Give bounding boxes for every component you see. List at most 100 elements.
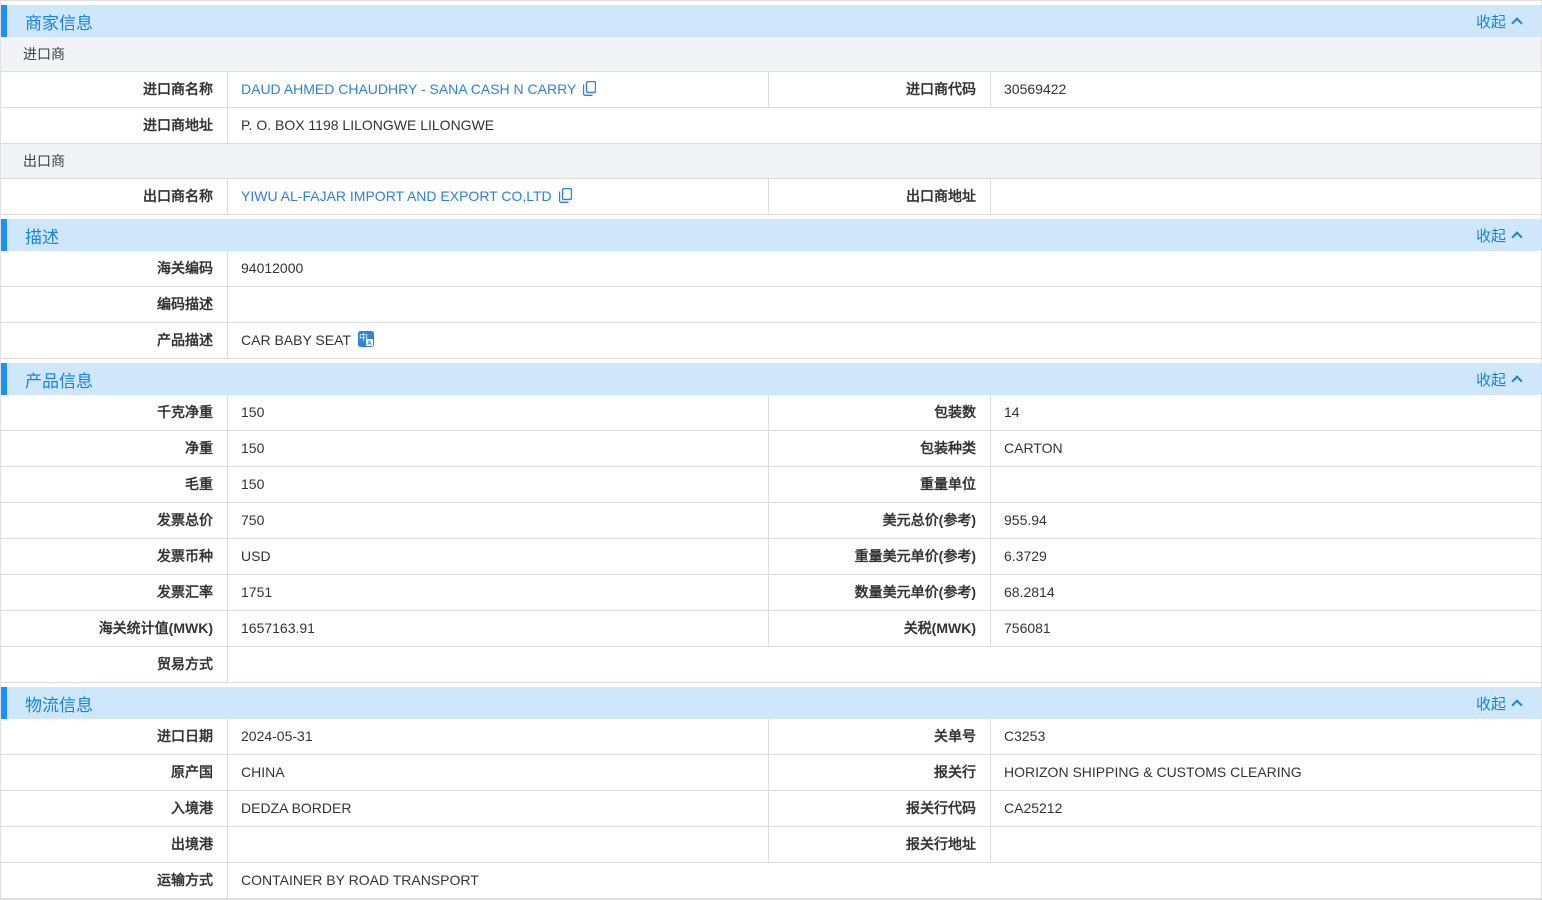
exporter-name-label: 出口商名称 bbox=[1, 179, 228, 214]
net-weight-label: 净重 bbox=[1, 431, 228, 466]
exporter-name-link[interactable]: YIWU AL-FAJAR IMPORT AND EXPORT CO,LTD bbox=[241, 188, 552, 204]
code-description-value bbox=[228, 287, 1541, 322]
row-product-description: 产品描述 CAR BABY SEAT 中A bbox=[1, 323, 1541, 359]
subsection-importer-label: 进口商 bbox=[23, 44, 1541, 64]
translate-icon[interactable]: 中A bbox=[358, 331, 374, 347]
row-origin-country-broker: 原产国 CHINA 报关行 HORIZON SHIPPING & CUSTOMS… bbox=[1, 755, 1541, 791]
invoice-exchange-rate-value: 1751 bbox=[228, 575, 769, 610]
broker-address-label: 报关行地址 bbox=[769, 827, 991, 862]
row-invoice-rate-usd-unit-qty: 发票汇率 1751 数量美元单价(参考) 68.2814 bbox=[1, 575, 1541, 611]
row-importer-address: 进口商地址 P. O. BOX 1198 LILONGWE LILONGWE bbox=[1, 108, 1541, 144]
package-type-label: 包装种类 bbox=[769, 431, 991, 466]
product-description-label: 产品描述 bbox=[1, 323, 228, 358]
origin-country-value: CHINA bbox=[228, 755, 769, 790]
section-accent-bar bbox=[1, 5, 7, 37]
chevron-up-icon bbox=[1511, 231, 1522, 242]
duty-mwk-label: 关税(MWK) bbox=[769, 611, 991, 646]
exit-port-value bbox=[228, 827, 769, 862]
svg-text:A: A bbox=[367, 340, 372, 347]
customs-broker-value: HORIZON SHIPPING & CUSTOMS CLEARING bbox=[991, 755, 1541, 790]
invoice-currency-label: 发票币种 bbox=[1, 539, 228, 574]
entry-port-value: DEDZA BORDER bbox=[228, 791, 769, 826]
net-weight-kg-label: 千克净重 bbox=[1, 395, 228, 430]
importer-code-value: 30569422 bbox=[991, 72, 1541, 107]
collapse-button-description[interactable]: 收起 bbox=[1476, 225, 1521, 246]
usd-unit-price-qty-label: 数量美元单价(参考) bbox=[769, 575, 991, 610]
importer-name-value: DAUD AHMED CHAUDHRY - SANA CASH N CARRY bbox=[228, 72, 769, 107]
customs-record-page: 商家信息 收起 进口商 进口商名称 DAUD AHMED CHAUDHRY - … bbox=[0, 0, 1542, 900]
product-description-text: CAR BABY SEAT bbox=[241, 332, 351, 348]
section-accent-bar bbox=[1, 687, 7, 719]
customs-value-mwk-value: 1657163.91 bbox=[228, 611, 769, 646]
section-accent-bar bbox=[1, 219, 7, 251]
section-header-merchant: 商家信息 收起 bbox=[1, 5, 1541, 37]
hs-code-value: 94012000 bbox=[228, 251, 1541, 286]
net-weight-value: 150 bbox=[228, 431, 769, 466]
section-logistics: 物流信息 收起 进口日期 2024-05-31 关单号 C3253 原产国 CH… bbox=[1, 687, 1541, 899]
exporter-address-label: 出口商地址 bbox=[769, 179, 991, 214]
usd-unit-price-weight-value: 6.3729 bbox=[991, 539, 1541, 574]
importer-name-label: 进口商名称 bbox=[1, 72, 228, 107]
collapse-label: 收起 bbox=[1476, 11, 1506, 32]
section-accent-bar bbox=[1, 363, 7, 395]
copy-icon[interactable] bbox=[559, 188, 572, 203]
section-description: 描述 收起 海关编码 94012000 编码描述 产品描述 CAR BABY S… bbox=[1, 219, 1541, 359]
trade-mode-value bbox=[228, 647, 1541, 682]
chevron-up-icon bbox=[1511, 699, 1522, 710]
package-type-value: CARTON bbox=[991, 431, 1541, 466]
gross-weight-value: 150 bbox=[228, 467, 769, 502]
broker-address-value bbox=[991, 827, 1541, 862]
code-description-label: 编码描述 bbox=[1, 287, 228, 322]
row-invoice-currency-usd-unit-weight: 发票币种 USD 重量美元单价(参考) 6.3729 bbox=[1, 539, 1541, 575]
invoice-currency-value: USD bbox=[228, 539, 769, 574]
customs-entry-no-value: C3253 bbox=[991, 719, 1541, 754]
trade-mode-label: 贸易方式 bbox=[1, 647, 228, 682]
weight-unit-label: 重量单位 bbox=[769, 467, 991, 502]
net-weight-kg-value: 150 bbox=[228, 395, 769, 430]
collapse-button-product[interactable]: 收起 bbox=[1476, 369, 1521, 390]
invoice-total-label: 发票总价 bbox=[1, 503, 228, 538]
entry-port-label: 入境港 bbox=[1, 791, 228, 826]
usd-total-label: 美元总价(参考) bbox=[769, 503, 991, 538]
section-header-logistics: 物流信息 收起 bbox=[1, 687, 1541, 719]
collapse-label: 收起 bbox=[1476, 693, 1506, 714]
importer-name-link[interactable]: DAUD AHMED CHAUDHRY - SANA CASH N CARRY bbox=[241, 81, 576, 97]
import-date-value: 2024-05-31 bbox=[228, 719, 769, 754]
chevron-up-icon bbox=[1511, 375, 1522, 386]
hs-code-label: 海关编码 bbox=[1, 251, 228, 286]
package-count-value: 14 bbox=[991, 395, 1541, 430]
section-title-description: 描述 bbox=[25, 223, 59, 248]
copy-icon[interactable] bbox=[583, 81, 596, 96]
origin-country-label: 原产国 bbox=[1, 755, 228, 790]
row-entry-port-broker-code: 入境港 DEDZA BORDER 报关行代码 CA25212 bbox=[1, 791, 1541, 827]
row-importer-name-code: 进口商名称 DAUD AHMED CHAUDHRY - SANA CASH N … bbox=[1, 72, 1541, 108]
usd-total-value: 955.94 bbox=[991, 503, 1541, 538]
row-exit-port-broker-address: 出境港 报关行地址 bbox=[1, 827, 1541, 863]
collapse-button-logistics[interactable]: 收起 bbox=[1476, 693, 1521, 714]
exporter-address-value bbox=[991, 179, 1541, 214]
section-header-product: 产品信息 收起 bbox=[1, 363, 1541, 395]
customs-entry-no-label: 关单号 bbox=[769, 719, 991, 754]
import-date-label: 进口日期 bbox=[1, 719, 228, 754]
section-header-description: 描述 收起 bbox=[1, 219, 1541, 251]
transport-mode-value: CONTAINER BY ROAD TRANSPORT bbox=[228, 863, 1541, 898]
section-product: 产品信息 收起 千克净重 150 包装数 14 净重 150 包装种类 CART… bbox=[1, 363, 1541, 683]
product-description-value: CAR BABY SEAT 中A bbox=[228, 323, 1541, 358]
section-title-merchant: 商家信息 bbox=[25, 9, 93, 34]
importer-address-label: 进口商地址 bbox=[1, 108, 228, 143]
collapse-label: 收起 bbox=[1476, 369, 1506, 390]
collapse-button-merchant[interactable]: 收起 bbox=[1476, 11, 1521, 32]
broker-code-value: CA25212 bbox=[991, 791, 1541, 826]
subsection-exporter: 出口商 bbox=[1, 144, 1541, 179]
row-code-description: 编码描述 bbox=[1, 287, 1541, 323]
transport-mode-label: 运输方式 bbox=[1, 863, 228, 898]
row-transport-mode: 运输方式 CONTAINER BY ROAD TRANSPORT bbox=[1, 863, 1541, 899]
section-title-product: 产品信息 bbox=[25, 367, 93, 392]
broker-code-label: 报关行代码 bbox=[769, 791, 991, 826]
customs-broker-label: 报关行 bbox=[769, 755, 991, 790]
row-import-date-entry-no: 进口日期 2024-05-31 关单号 C3253 bbox=[1, 719, 1541, 755]
package-count-label: 包装数 bbox=[769, 395, 991, 430]
row-gross-weight-weight-unit: 毛重 150 重量单位 bbox=[1, 467, 1541, 503]
usd-unit-price-weight-label: 重量美元单价(参考) bbox=[769, 539, 991, 574]
exporter-name-value: YIWU AL-FAJAR IMPORT AND EXPORT CO,LTD bbox=[228, 179, 769, 214]
